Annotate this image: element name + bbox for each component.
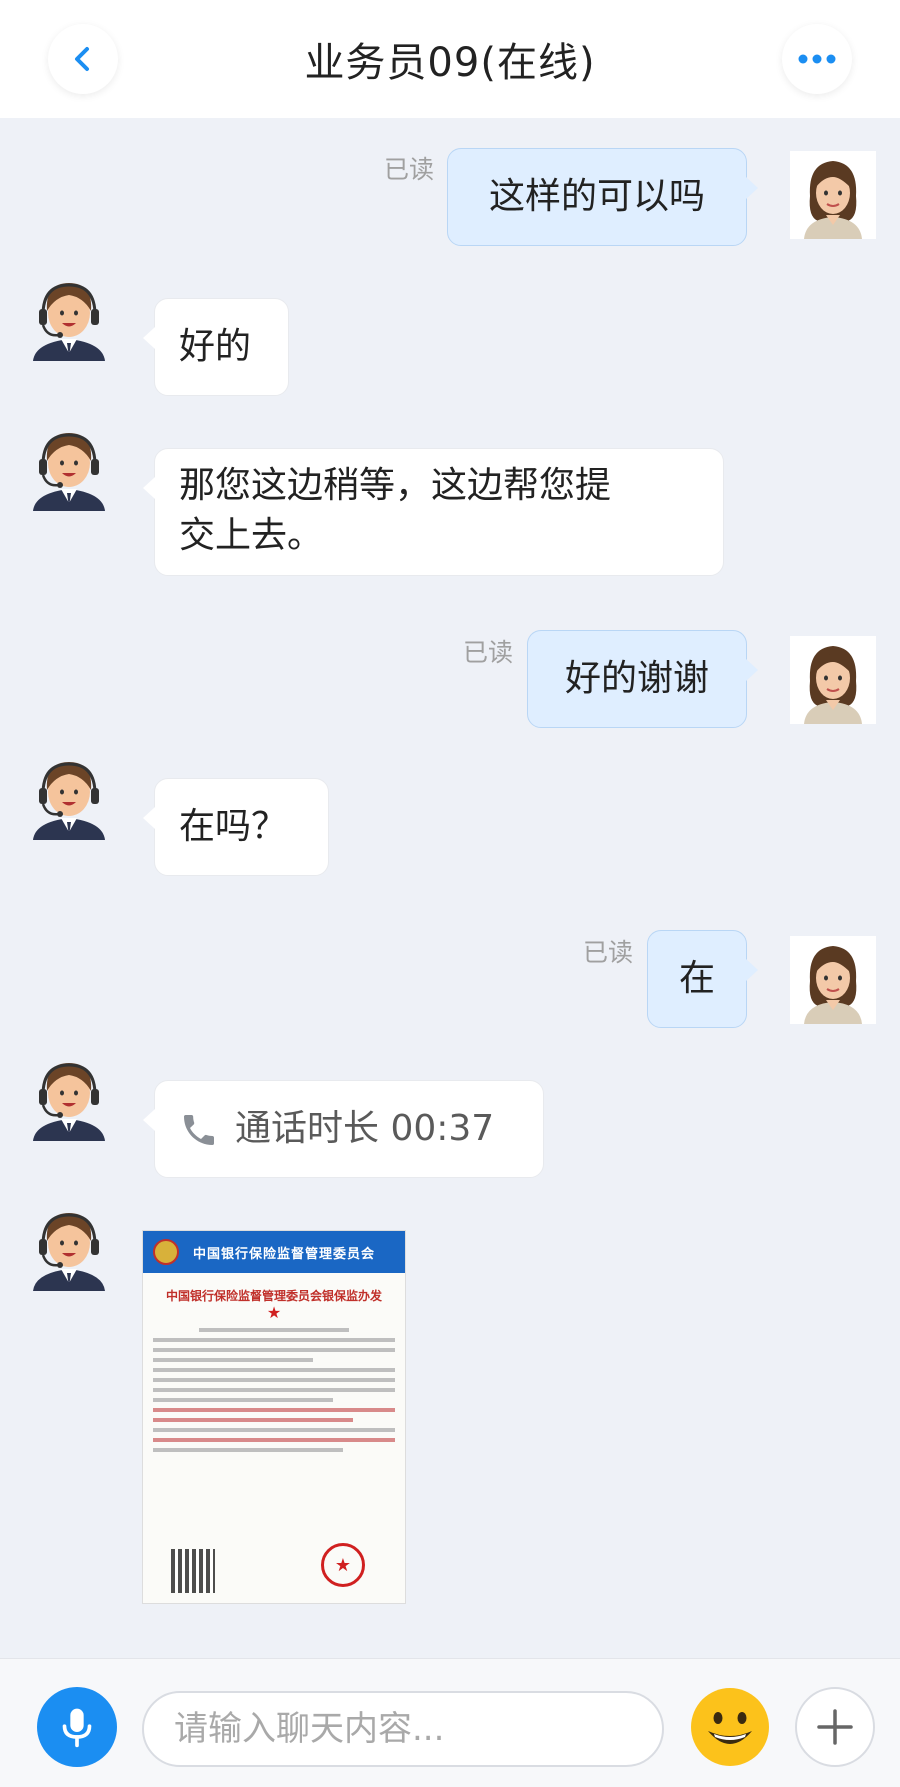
qr-code-icon bbox=[171, 1549, 215, 1593]
agent-avatar[interactable] bbox=[25, 1203, 113, 1291]
emoji-button[interactable] bbox=[690, 1687, 770, 1767]
document-header: 中国银行保险监督管理委员会 bbox=[143, 1231, 405, 1273]
message-bubble-outgoing[interactable]: 这样的可以吗 bbox=[447, 148, 758, 246]
call-record-bubble[interactable]: 通话时长 00:37 bbox=[143, 1080, 544, 1178]
read-status: 已读 bbox=[583, 938, 634, 967]
message-bubble-outgoing[interactable]: 在 bbox=[647, 930, 758, 1028]
chat-header: 业务员09(在线) bbox=[0, 0, 900, 118]
message-bubble-incoming[interactable]: 那您这边稍等，这边帮您提 交上去。 bbox=[143, 448, 724, 576]
microphone-icon bbox=[62, 1708, 92, 1748]
message-bubble-incoming[interactable]: 好的 bbox=[143, 298, 289, 396]
document-org: 中国银行保险监督管理委员会 bbox=[193, 1246, 376, 1262]
emblem-icon bbox=[153, 1239, 179, 1265]
more-button[interactable] bbox=[782, 24, 852, 94]
message-text-line: 那您这边稍等，这边帮您提 bbox=[179, 465, 612, 506]
user-avatar[interactable] bbox=[790, 936, 876, 1024]
voice-button[interactable] bbox=[37, 1687, 117, 1767]
message-bubble-incoming[interactable]: 在吗？ bbox=[143, 778, 329, 876]
plus-icon bbox=[817, 1709, 853, 1745]
chat-input[interactable] bbox=[142, 1691, 664, 1767]
star-icon: ★ bbox=[266, 1303, 282, 1322]
user-avatar[interactable] bbox=[790, 151, 876, 239]
seal-icon: ★ bbox=[321, 1543, 365, 1587]
emoji-icon bbox=[691, 1688, 769, 1766]
message-bubble-outgoing[interactable]: 好的谢谢 bbox=[527, 630, 758, 728]
agent-avatar[interactable] bbox=[25, 423, 113, 511]
message-text-line: 交上去。 bbox=[179, 515, 324, 556]
phone-icon bbox=[184, 1115, 214, 1145]
page-title: 业务员09(在线) bbox=[304, 40, 596, 86]
user-avatar[interactable] bbox=[790, 636, 876, 724]
agent-avatar[interactable] bbox=[25, 1053, 113, 1141]
add-button[interactable] bbox=[795, 1687, 875, 1767]
chat-message-list[interactable]: 已读 这样的可以吗 好的 那您这边稍等，这边帮您提 交上去。 已读 好的谢谢 在… bbox=[0, 118, 900, 1658]
image-message[interactable]: 中国银行保险监督管理委员会 中国银行保险监督管理委员会银保监办发 ★ ★ bbox=[142, 1230, 406, 1604]
more-dots-icon bbox=[798, 54, 836, 64]
read-status: 已读 bbox=[463, 638, 514, 667]
agent-avatar[interactable] bbox=[25, 752, 113, 840]
input-bar bbox=[0, 1658, 900, 1787]
call-duration: 通话时长 00:37 bbox=[235, 1108, 495, 1149]
read-status: 已读 bbox=[384, 155, 435, 184]
document-title: 中国银行保险监督管理委员会银保监办发 bbox=[165, 1289, 382, 1303]
agent-avatar[interactable] bbox=[25, 273, 113, 361]
